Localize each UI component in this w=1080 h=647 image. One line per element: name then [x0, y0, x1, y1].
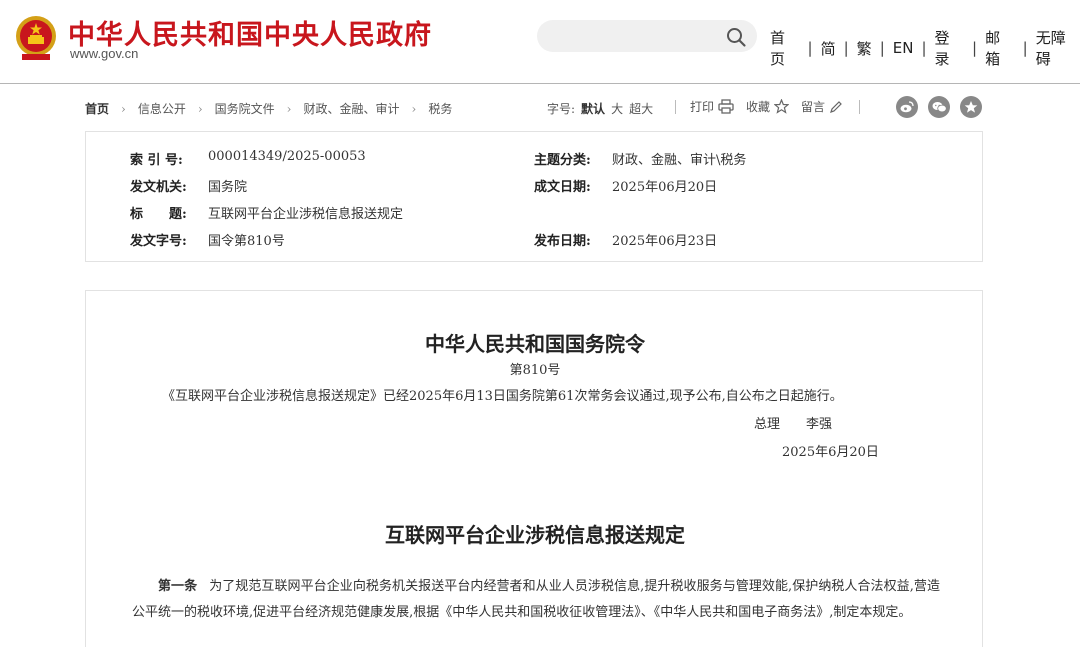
print-button[interactable]: 打印 [690, 98, 734, 115]
share-buttons [896, 96, 982, 118]
font-size-selector: 字号: 默认 大 超大 [547, 100, 653, 117]
nav-simplified[interactable]: 简 [821, 38, 836, 59]
doc-number-value: 国令第810号 [208, 234, 285, 249]
order-title: 中华人民共和国国务院令 [425, 332, 645, 356]
search-input[interactable] [537, 20, 757, 52]
nav-separator: | [807, 39, 813, 57]
created-date-label: 成文日期: [534, 180, 591, 195]
info-issuer-row: 发文机关: 国务院 [130, 176, 247, 195]
font-size-label: 字号: [547, 102, 576, 116]
national-emblem-icon[interactable] [14, 14, 58, 62]
breadcrumb: 首页 › 信息公开 › 国务院文件 › 财政、金融、审计 › 税务 [85, 100, 452, 117]
nav-separator: | [879, 39, 885, 57]
page-tools: 打印 收藏 留言 [675, 98, 874, 115]
breadcrumb-info-public[interactable]: 信息公开 [138, 100, 186, 117]
regulation-title: 互联网平台企业涉税信息报送规定 [385, 523, 685, 547]
article-number: 第一条 [158, 579, 198, 594]
title-label: 标 题: [130, 207, 187, 222]
info-title-row: 标 题: 互联网平台企业涉税信息报送规定 [130, 203, 403, 222]
title-value: 互联网平台企业涉税信息报送规定 [208, 207, 404, 222]
nav-login[interactable]: 登录 [935, 27, 965, 69]
breadcrumb-state-council-docs[interactable]: 国务院文件 [215, 100, 275, 117]
issuer-label: 发文机关: [130, 180, 187, 195]
weibo-icon[interactable] [896, 96, 918, 118]
created-date-value: 2025年06月20日 [612, 180, 718, 195]
chevron-right-icon: › [286, 101, 292, 116]
printer-icon [718, 99, 734, 114]
site-header: 中华人民共和国中央人民政府 www.gov.cn 首页 | 简 | 繁 | EN… [0, 0, 1080, 84]
document-info-box: 索 引 号: 000014349/2025-00053 主题分类: 财政、金融、… [85, 131, 983, 262]
article-1: 第一条 为了规范互联网平台企业向税务机关报送平台内经营者和从业人员涉税信息,提升税… [132, 574, 940, 626]
font-size-default[interactable]: 默认 [581, 100, 605, 117]
font-size-large[interactable]: 大 [611, 100, 623, 117]
print-label: 打印 [690, 100, 715, 114]
nav-home[interactable]: 首页 [770, 27, 800, 69]
comment-label: 留言 [801, 100, 826, 114]
chevron-right-icon: › [197, 101, 203, 116]
qzone-icon[interactable] [960, 96, 982, 118]
nav-accessibility[interactable]: 无障碍 [1036, 27, 1080, 69]
font-size-xlarge[interactable]: 超大 [629, 100, 653, 117]
breadcrumb-tax[interactable]: 税务 [428, 100, 452, 117]
pencil-icon [830, 100, 842, 113]
breadcrumb-home[interactable]: 首页 [85, 100, 109, 117]
order-number: 第810号 [509, 363, 561, 378]
nav-separator: | [843, 39, 849, 57]
toolbar: 首页 › 信息公开 › 国务院文件 › 财政、金融、审计 › 税务 字号: 默认… [85, 96, 985, 120]
nav-mail[interactable]: 邮箱 [985, 27, 1015, 69]
nav-traditional[interactable]: 繁 [857, 38, 872, 59]
issuer-value: 国务院 [208, 180, 248, 195]
search-icon[interactable] [725, 26, 747, 48]
topic-value: 财政、金融、审计\税务 [612, 153, 747, 168]
signer-title: 总理 [754, 417, 781, 432]
divider [859, 99, 861, 114]
topic-label: 主题分类: [534, 153, 591, 168]
nav-separator: | [921, 39, 927, 57]
published-date-label: 发布日期: [534, 234, 591, 249]
nav-separator: | [1022, 39, 1028, 57]
info-docno-row: 发文字号: 国令第810号 [130, 230, 285, 249]
top-nav: 首页 | 简 | 繁 | EN | 登录 | 邮箱 | 无障碍 [770, 27, 1080, 69]
index-value: 000014349/2025-00053 [208, 149, 366, 164]
info-published-row: 发布日期: 2025年06月23日 [534, 230, 717, 249]
document-body: 中华人民共和国国务院令 第810号 《互联网平台企业涉税信息报送规定》已经202… [85, 290, 983, 647]
divider [675, 99, 676, 114]
chevron-right-icon: › [411, 101, 417, 116]
nav-english[interactable]: EN [893, 39, 914, 57]
sign-date: 2025年6月20日 [782, 445, 879, 460]
wechat-icon[interactable] [928, 96, 950, 118]
doc-number-label: 发文字号: [130, 234, 187, 249]
info-created-row: 成文日期: 2025年06月20日 [534, 176, 717, 195]
info-topic-row: 主题分类: 财政、金融、审计\税务 [534, 149, 746, 168]
favorite-label: 收藏 [746, 100, 771, 114]
signer-name: 李强 [806, 417, 833, 432]
breadcrumb-finance[interactable]: 财政、金融、审计 [303, 100, 399, 117]
favorite-button[interactable]: 收藏 [746, 98, 790, 115]
site-url[interactable]: www.gov.cn [70, 46, 138, 61]
star-icon [774, 99, 790, 114]
published-date-value: 2025年06月23日 [612, 234, 718, 249]
signature: 总理 李强 [754, 413, 832, 432]
nav-separator: | [972, 39, 978, 57]
article-text: 为了规范互联网平台企业向税务机关报送平台内经营者和从业人员涉税信息,提升税收服务… [132, 579, 940, 620]
chevron-right-icon: › [121, 101, 126, 116]
info-index-row: 索 引 号: 000014349/2025-00053 [130, 149, 366, 168]
index-label: 索 引 号: [130, 153, 183, 168]
order-intro: 《互联网平台企业涉税信息报送规定》已经2025年6月13日国务院第61次常务会议… [162, 389, 843, 404]
comment-button[interactable]: 留言 [801, 98, 843, 115]
